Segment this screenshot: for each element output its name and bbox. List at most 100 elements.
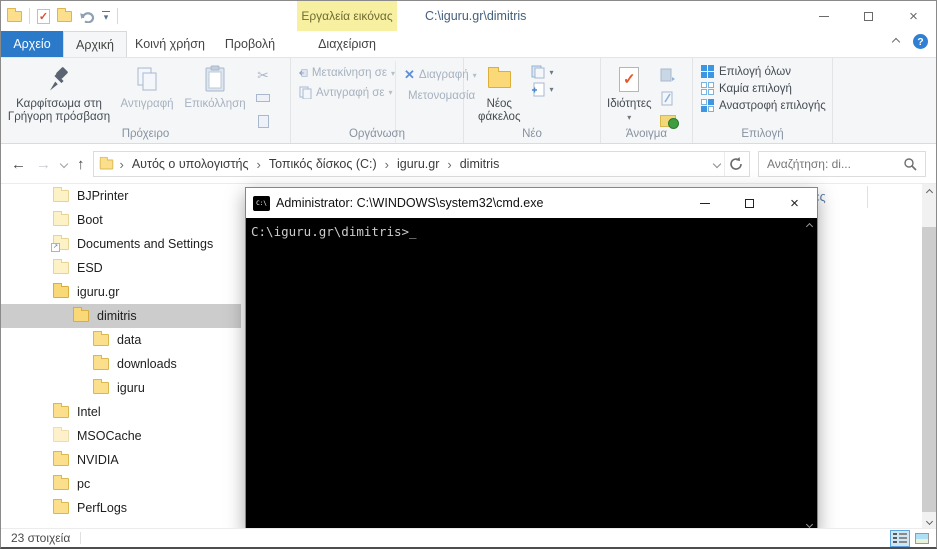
pushpin-icon [47,63,71,95]
minimize-icon [699,202,710,204]
ribbon: Καρφίτσωμα στη Γρήγορη πρόσβαση Αντιγραφ… [1,58,936,144]
move-to-button[interactable]: Μετακίνηση σε ▾ [299,67,395,79]
tab-view[interactable]: Προβολή [213,31,287,57]
folder-icon [53,475,69,490]
breadcrumb-iguru-gr[interactable]: iguru.gr [397,157,439,171]
tree-item-iguru[interactable]: iguru [1,376,241,400]
console-prompt: C:\iguru.gr\dimitris> [251,224,410,239]
tree-item-perflogs[interactable]: PerfLogs [1,496,241,520]
delete-button[interactable]: ✕ Διαγραφή ▾ [404,67,477,83]
breadcrumb-this-pc[interactable]: Αυτός ο υπολογιστής [132,157,249,171]
scrollbar-thumb[interactable] [922,227,936,512]
select-all-button[interactable]: Επιλογή όλων [701,65,832,78]
address-folder-icon [99,156,113,169]
divider [29,8,30,24]
tree-item-documents-and-settings[interactable]: Documents and Settings [1,232,241,256]
thumbnails-view-button[interactable] [912,530,932,547]
new-item-icon [531,65,544,79]
hidden-folder-icon [53,427,69,442]
search-input[interactable]: Αναζήτηση: di... [758,151,926,177]
folder-icon [53,499,69,514]
details-view-icon [893,533,907,543]
tree-item-esd[interactable]: ESD [1,256,241,280]
open-with-button[interactable] [656,65,680,85]
open-folder-icon [53,283,69,298]
title-bar: ✓ ▾ Εργαλεία εικόνας C:\iguru.gr\dimitri… [1,1,936,31]
window-folder-icon [7,7,22,22]
undo-icon[interactable] [79,9,95,23]
maximize-icon [745,198,754,208]
refresh-icon[interactable] [729,157,749,171]
tab-manage[interactable]: Διαχείριση [297,31,397,57]
maximize-button[interactable] [846,1,891,31]
tree-item-iguru-gr[interactable]: iguru.gr [1,280,241,304]
edit-button[interactable] [656,88,680,108]
copy-path-button[interactable] [251,88,275,108]
scroll-up-button[interactable] [802,218,817,234]
tree-item-pc[interactable]: pc [1,472,241,496]
properties-quick-icon[interactable]: ✓ [37,8,50,24]
breadcrumb-dimitris[interactable]: dimitris [460,157,500,171]
customize-qat-dropdown[interactable]: ▾ [102,11,110,22]
folder-icon [93,379,109,394]
tree-item-boot[interactable]: Boot [1,208,241,232]
cmd-window[interactable]: C:\ Administrator: C:\WINDOWS\system32\c… [245,187,818,533]
tab-share[interactable]: Κοινή χρήση [127,31,213,57]
move-to-icon [299,69,308,77]
ribbon-group-organize: Μετακίνηση σε ▾ Αντιγραφή σε ▾ ✕ Διαγραφή ▾… [291,58,477,143]
easy-access-button[interactable]: ▾ [531,82,554,97]
cmd-maximize-button[interactable] [727,188,772,218]
cmd-title-bar[interactable]: C:\ Administrator: C:\WINDOWS\system32\c… [246,188,817,218]
address-bar[interactable]: › Αυτός ο υπολογιστής › Τοπικός δίσκος (… [92,151,750,177]
folder-icon [53,211,69,226]
group-label-new: Νέο [522,128,542,140]
tree-item-dimitris[interactable]: dimitris [1,304,241,328]
group-label-open: Άνοιγμα [625,128,668,140]
address-dropdown-icon[interactable] [712,159,722,169]
close-icon: × [909,7,918,25]
breadcrumb-local-disk-c[interactable]: Τοπικός δίσκος (C:) [269,157,377,171]
recent-locations-dropdown[interactable] [59,159,69,169]
easy-access-icon [531,82,544,97]
tab-file[interactable]: Αρχείο [1,31,63,57]
forward-button[interactable]: → [36,156,51,173]
help-icon[interactable]: ? [913,34,928,49]
up-button[interactable]: ↑ [77,156,85,173]
details-view-button[interactable] [890,529,910,547]
file-explorer-window: ✓ ▾ Εργαλεία εικόνας C:\iguru.gr\dimitri… [0,0,937,549]
copy-to-button[interactable]: Αντιγραφή σε ▾ [299,86,395,99]
cmd-close-button[interactable]: × [772,188,817,218]
cut-button[interactable]: ✂ [251,65,275,85]
back-button[interactable]: ← [11,156,26,173]
console-scrollbar[interactable] [802,218,817,532]
new-item-button[interactable]: ▾ [531,65,554,79]
file-list-scrollbar[interactable] [922,184,936,530]
ribbon-group-select: Επιλογή όλων Καμία επιλογή Αναστροφή επι… [693,58,833,143]
tree-item-downloads[interactable]: downloads [1,352,241,376]
tree-item-msocache[interactable]: MSOCache [1,424,241,448]
tree-item-bjprinter[interactable]: BJPrinter [1,184,241,208]
folder-icon [53,259,69,274]
console-output[interactable]: C:\iguru.gr\dimitris>_ [246,218,817,532]
cmd-minimize-button[interactable] [682,188,727,218]
properties-check-icon: ✓ [619,63,640,95]
tree-item-nvidia[interactable]: NVIDIA [1,448,241,472]
tree-item-intel[interactable]: Intel [1,400,241,424]
tree-item-data[interactable]: data [1,328,241,352]
collapse-ribbon-icon[interactable] [891,37,901,46]
folder-icon [53,451,69,466]
new-folder-quick-icon[interactable] [57,7,72,22]
folder-icon [93,331,109,346]
select-none-button[interactable]: Καμία επιλογή [701,82,832,95]
window-title: C:\iguru.gr\dimitris [425,9,527,23]
divider [80,532,82,544]
copy-icon [135,63,159,95]
invert-selection-button[interactable]: Αναστροφή επιλογής [701,99,832,112]
tab-home[interactable]: Αρχική [63,31,127,57]
scroll-up-button[interactable] [922,184,936,201]
minimize-button[interactable] [801,1,846,31]
rename-button[interactable]: Μετονομασία [404,90,475,102]
folder-shortcut-icon [51,235,69,252]
close-button[interactable]: × [891,1,936,31]
group-label-organize: Οργάνωση [348,128,406,140]
